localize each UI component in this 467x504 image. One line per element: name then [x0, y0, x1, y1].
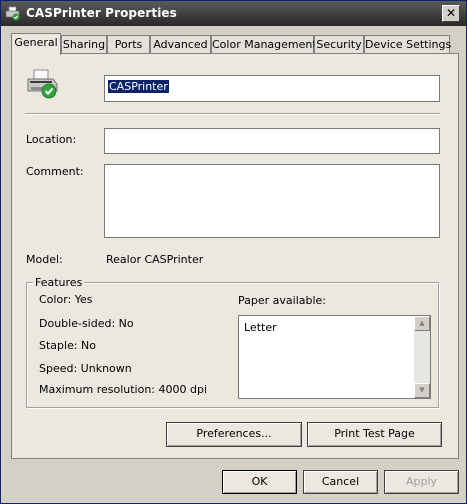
paper-available-label: Paper available: — [238, 294, 327, 307]
paper-listbox[interactable]: Letter ▲ ▼ — [238, 315, 431, 399]
location-input[interactable] — [104, 128, 440, 154]
ok-button[interactable]: OK — [222, 470, 297, 494]
title-bar[interactable]: CASPrinter Properties ✕ — [1, 1, 466, 26]
preferences-button[interactable]: Preferences... — [166, 422, 302, 447]
close-icon: ✕ — [445, 6, 457, 20]
scroll-down-button[interactable]: ▼ — [414, 383, 430, 398]
tab-security[interactable]: Security — [314, 35, 364, 54]
feature-max-resolution: Maximum resolution: 4000 dpi — [39, 383, 208, 396]
print-test-page-button[interactable]: Print Test Page — [307, 422, 442, 447]
printer-name-input[interactable]: CASPrinter — [104, 75, 440, 102]
feature-speed: Speed: Unknown — [39, 362, 132, 375]
tab-general[interactable]: General — [11, 33, 61, 55]
printer-large-icon — [27, 69, 58, 99]
list-item[interactable]: Letter — [244, 321, 277, 334]
feature-double-sided: Double-sided: No — [39, 317, 134, 330]
tab-sharing[interactable]: Sharing — [61, 35, 107, 54]
properties-dialog: CASPrinter Properties ✕ General Sharing … — [0, 0, 467, 504]
cancel-button[interactable]: Cancel — [303, 470, 378, 494]
tab-device-settings[interactable]: Device Settings — [364, 35, 451, 54]
feature-staple: Staple: No — [39, 339, 97, 352]
tab-color-management[interactable]: Color Management — [211, 35, 317, 54]
features-legend: Features — [33, 276, 85, 289]
model-value: Realor CASPrinter — [106, 253, 204, 266]
comment-input[interactable] — [104, 164, 440, 238]
model-label: Model: — [26, 253, 63, 266]
tab-strip: General Sharing Ports Advanced Color Man… — [11, 33, 459, 55]
tab-ports[interactable]: Ports — [107, 35, 150, 54]
scrollbar[interactable]: ▲ ▼ — [414, 316, 430, 398]
arrow-down-icon: ▼ — [419, 386, 425, 394]
scroll-up-button[interactable]: ▲ — [414, 316, 430, 331]
comment-label: Comment: — [26, 165, 84, 178]
feature-color: Color: Yes — [39, 293, 93, 306]
tab-advanced[interactable]: Advanced — [150, 35, 211, 54]
window-title: CASPrinter Properties — [26, 6, 177, 20]
printer-name-value: CASPrinter — [108, 80, 169, 93]
close-button[interactable]: ✕ — [442, 5, 460, 22]
apply-button[interactable]: Apply — [384, 470, 459, 494]
location-label: Location: — [26, 133, 77, 146]
arrow-up-icon: ▲ — [419, 319, 425, 327]
separator — [25, 113, 440, 115]
printer-icon — [5, 6, 20, 21]
